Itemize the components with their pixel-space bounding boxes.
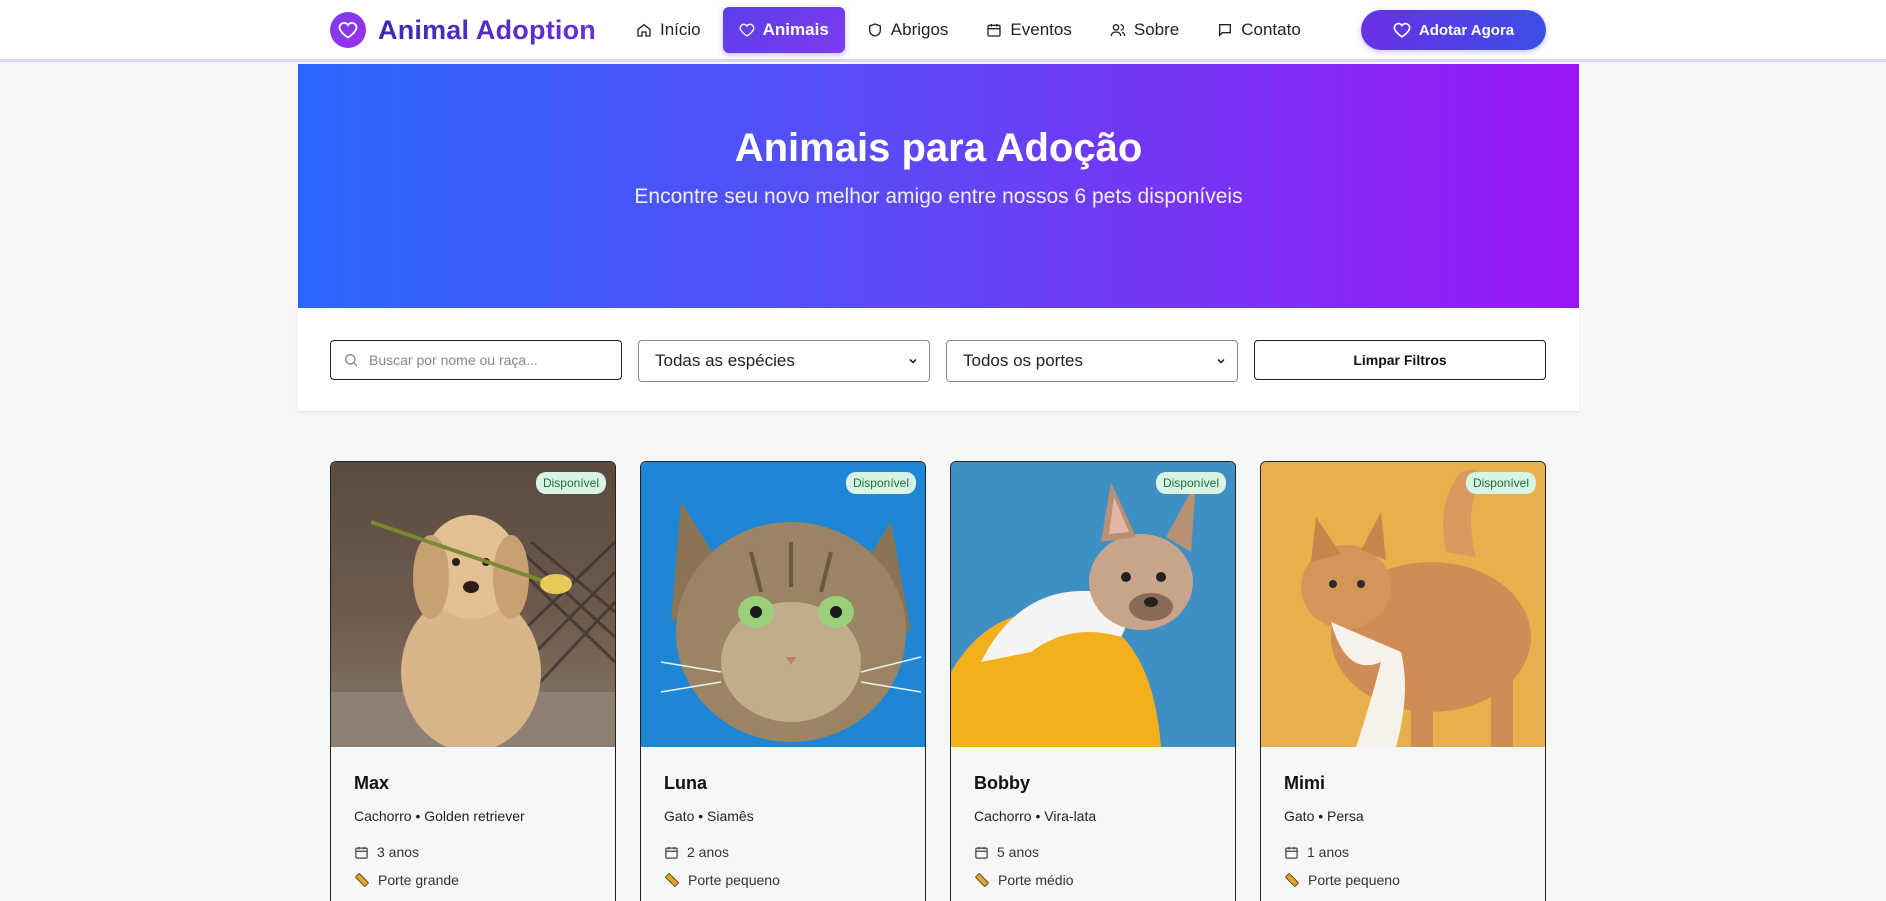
nav-label: Animais: [762, 20, 829, 39]
pet-species-breed: Gato • Persa: [1284, 808, 1364, 824]
shield-icon: [868, 23, 881, 37]
pet-age-text: 2 anos: [687, 844, 730, 860]
nav-item-animais[interactable]: Animais: [722, 7, 845, 53]
tabby-cat-photo: Disponível: [641, 462, 925, 747]
page-title: Animais para Adoção: [734, 126, 1143, 170]
nav-label: Eventos: [1010, 20, 1072, 39]
pet-age-text: 5 anos: [997, 844, 1040, 860]
golden-retriever-photo: Disponível: [331, 462, 615, 747]
pet-age-text: 3 anos: [377, 844, 420, 860]
brand-logo[interactable]: Animal Adoption: [330, 12, 596, 48]
french-bulldog-photo: Disponível: [951, 462, 1235, 747]
status-badge: Disponível: [535, 472, 606, 494]
hero-banner: Animais para Adoção Encontre seu novo me…: [298, 64, 1579, 308]
nav-item-eventos[interactable]: Eventos: [970, 7, 1087, 53]
pet-name: Bobby: [974, 773, 1030, 793]
chevron-down-icon: [909, 358, 917, 364]
pet-age-text: 1 anos: [1307, 844, 1350, 860]
nav-label: Abrigos: [890, 20, 949, 39]
nav-label: Contato: [1241, 20, 1301, 39]
status-badge: Disponível: [845, 472, 916, 494]
pet-size-text: Porte médio: [998, 872, 1074, 888]
calendar-icon: [987, 24, 1002, 37]
adopt-now-button[interactable]: Adotar Agora: [1361, 10, 1546, 50]
ruler-icon: [975, 873, 989, 887]
pet-name: Max: [354, 773, 390, 793]
pet-age: 1 anos: [1284, 844, 1522, 860]
pet-card-mimi[interactable]: Disponível Mimi Gato • Persa 1 anos Port…: [1260, 461, 1546, 901]
main-nav: Início Animais Abrigos Eventos Sobre Con…: [620, 7, 1323, 53]
pet-size: Porte pequeno: [1284, 872, 1522, 888]
calendar-icon: [355, 846, 368, 859]
pet-species-breed: Gato • Siamês: [664, 808, 754, 824]
species-select[interactable]: Todas as espécies: [638, 340, 930, 382]
search-icon: [345, 354, 358, 367]
species-select-value: Todas as espécies: [655, 351, 795, 370]
nav-item-contato[interactable]: Contato: [1201, 7, 1317, 53]
pet-size-text: Porte pequeno: [1308, 872, 1400, 888]
pet-species-breed: Cachorro • Golden retriever: [354, 808, 525, 824]
pet-species-breed: Cachorro • Vira-lata: [974, 808, 1097, 824]
home-icon: [637, 23, 651, 37]
pet-size-text: Porte grande: [378, 872, 459, 888]
pet-name: Mimi: [1284, 773, 1326, 793]
orange-cat-photo: Disponível: [1261, 462, 1545, 747]
pet-size: Porte grande: [354, 872, 592, 888]
pet-size-text: Porte pequeno: [688, 872, 780, 888]
filter-bar: Todas as espécies Todos os portes Limpar…: [298, 308, 1579, 412]
nav-item-sobre[interactable]: Sobre: [1094, 7, 1195, 53]
pet-card-max[interactable]: Disponível Max Cachorro • Golden retriev…: [330, 461, 616, 901]
status-badge: Disponível: [1465, 472, 1536, 494]
ruler-icon: [1285, 873, 1299, 887]
chevron-down-icon: [1217, 358, 1225, 364]
pet-card-bobby[interactable]: Disponível Bobby Cachorro • Vira-lata 5 …: [950, 461, 1236, 901]
search-box[interactable]: [330, 340, 622, 380]
search-input[interactable]: [369, 352, 609, 368]
pet-age: 5 anos: [974, 844, 1212, 860]
nav-item-abrigos[interactable]: Abrigos: [851, 7, 965, 53]
pet-age: 3 anos: [354, 844, 592, 860]
status-badge: Disponível: [1155, 472, 1226, 494]
nav-label: Início: [660, 20, 701, 39]
message-icon: [1219, 24, 1232, 37]
ruler-icon: [355, 873, 369, 887]
pet-size: Porte médio: [974, 872, 1212, 888]
nav-label: Sobre: [1133, 20, 1180, 39]
calendar-icon: [1285, 846, 1298, 859]
cta-label: Adotar Agora: [1418, 21, 1515, 39]
users-icon: [1110, 24, 1126, 37]
pet-card-luna[interactable]: Disponível Luna Gato • Siamês 2 anos Por…: [640, 461, 926, 901]
ruler-icon: [665, 873, 679, 887]
heart-icon: [330, 12, 366, 48]
pet-age: 2 anos: [664, 844, 902, 860]
size-select[interactable]: Todos os portes: [946, 340, 1238, 382]
pet-size: Porte pequeno: [664, 872, 902, 888]
brand-name: Animal Adoption: [378, 14, 596, 45]
page-subtitle: Encontre seu novo melhor amigo entre nos…: [634, 185, 1243, 208]
clear-filters-button[interactable]: Limpar Filtros: [1254, 340, 1546, 380]
site-header: Animal Adoption Início Animais Abrigos E…: [0, 0, 1886, 62]
heart-icon: [739, 23, 755, 37]
pet-name: Luna: [664, 773, 707, 793]
calendar-icon: [665, 846, 678, 859]
calendar-icon: [975, 846, 988, 859]
heart-icon: [1393, 22, 1411, 38]
nav-item-inicio[interactable]: Início: [620, 7, 717, 53]
size-select-value: Todos os portes: [963, 351, 1084, 370]
